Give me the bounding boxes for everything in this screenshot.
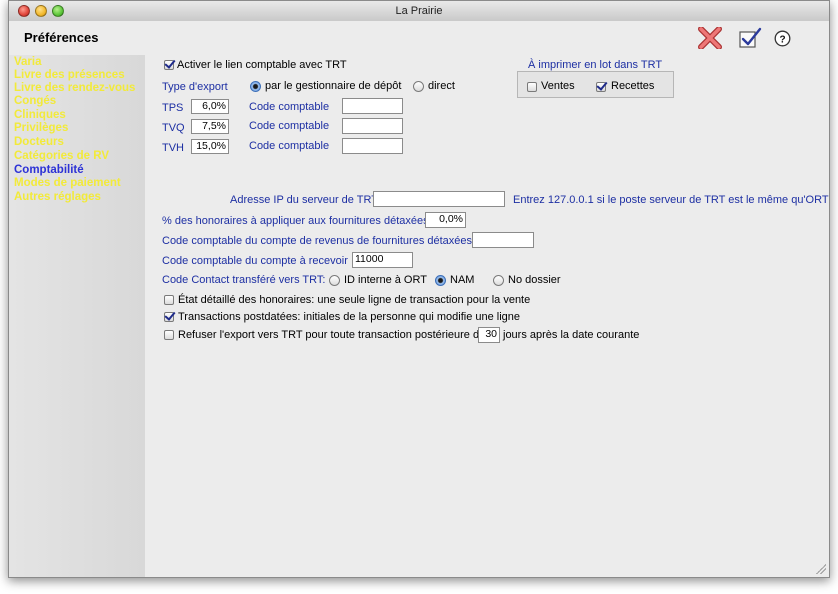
code-revenus-label: Code comptable du compte de revenus de f… (162, 235, 473, 247)
pct-honoraires-field[interactable]: 0,0% (425, 212, 466, 228)
etat-detaille-label: État détaillé des honoraires: une seule … (178, 294, 531, 306)
activer-lien-label: Activer le lien comptable avec TRT (177, 59, 347, 71)
sidebar-item-varia[interactable]: Varia (14, 56, 42, 69)
tps-code-label: Code comptable (249, 101, 330, 113)
contact-nam-label: NAM (450, 274, 475, 286)
sidebar-item-conges[interactable]: Congés (14, 95, 56, 108)
svg-text:?: ? (779, 35, 785, 46)
sidebar: Varia Livre des présences Livre des rend… (9, 55, 145, 577)
export-gestionnaire-radio[interactable] (250, 81, 261, 92)
cancel-x-icon[interactable] (698, 26, 722, 52)
tvh-rate-field[interactable]: 15,0% (191, 139, 229, 154)
code-contact-label: Code Contact transféré vers TRT: (162, 274, 326, 286)
comptabilite-panel: Activer le lien comptable avec TRT Type … (145, 55, 829, 577)
preferences-window: La Prairie Préférences ? Varia Livre des… (8, 0, 830, 578)
ventes-checkbox[interactable] (527, 82, 537, 92)
refuser-days-field[interactable]: 30 (478, 327, 500, 343)
sidebar-item-cliniques[interactable]: Cliniques (14, 109, 66, 122)
tvh-label: TVH (162, 142, 184, 154)
contact-id-interne-label: ID interne à ORT (344, 274, 427, 286)
tps-code-field[interactable] (342, 98, 403, 114)
sidebar-item-comptabilite[interactable]: Comptabilité (14, 164, 84, 177)
export-direct-label: direct (428, 80, 455, 92)
sidebar-item-autres-reglages[interactable]: Autres réglages (14, 191, 101, 204)
sidebar-item-categories-rv[interactable]: Catégories de RV (14, 150, 109, 163)
page-title: Préférences (24, 30, 99, 45)
contact-id-interne-radio[interactable] (329, 275, 340, 286)
tvq-label: TVQ (162, 122, 185, 134)
sidebar-item-livre-presences[interactable]: Livre des présences (14, 69, 125, 82)
activer-lien-checkbox[interactable] (164, 60, 174, 70)
contact-no-dossier-radio[interactable] (493, 275, 504, 286)
sidebar-item-livre-rendez-vous[interactable]: Livre des rendez-vous (14, 82, 135, 95)
sidebar-item-privileges[interactable]: Privilèges (14, 122, 68, 135)
recettes-label: Recettes (611, 80, 655, 92)
code-recevoir-field[interactable]: 11000 (352, 252, 413, 268)
imprimer-group-title: À imprimer en lot dans TRT (528, 59, 663, 71)
recettes-checkbox[interactable] (596, 82, 606, 92)
refuser-export-suffix: jours après la date courante (503, 329, 640, 341)
transactions-postdatees-checkbox[interactable] (164, 312, 174, 322)
refuser-export-checkbox[interactable] (164, 330, 174, 340)
preferences-header: Préférences ? (9, 21, 829, 55)
window-title: La Prairie (395, 5, 443, 17)
export-direct-radio[interactable] (413, 81, 424, 92)
resize-grip[interactable] (816, 564, 826, 574)
sidebar-item-docteurs[interactable]: Docteurs (14, 136, 64, 149)
transactions-postdatees-label: Transactions postdatées: initiales de la… (178, 311, 521, 323)
checkmark-ok-icon[interactable] (738, 27, 762, 52)
contact-nam-radio[interactable] (435, 275, 446, 286)
ventes-label: Ventes (541, 80, 575, 92)
ip-label: Adresse IP du serveur de TRT (230, 194, 378, 206)
export-gestionnaire-label: par le gestionnaire de dépôt (265, 80, 402, 92)
refuser-export-label: Refuser l'export vers TRT pour toute tra… (178, 329, 486, 341)
tvq-code-field[interactable] (342, 118, 403, 134)
tvh-code-label: Code comptable (249, 140, 330, 152)
tvh-code-field[interactable] (342, 138, 403, 154)
title-bar[interactable]: La Prairie (9, 1, 829, 22)
tps-rate-field[interactable]: 6,0% (191, 99, 229, 114)
help-icon[interactable]: ? (774, 30, 791, 50)
etat-detaille-checkbox[interactable] (164, 295, 174, 305)
ip-hint: Entrez 127.0.0.1 si le poste serveur de … (513, 194, 829, 206)
imprimer-group-box: Ventes Recettes (517, 71, 674, 98)
tps-label: TPS (162, 102, 184, 114)
sidebar-item-modes-paiement[interactable]: Modes de paiement (14, 177, 121, 190)
contact-no-dossier-label: No dossier (508, 274, 561, 286)
ip-field[interactable] (373, 191, 505, 207)
code-revenus-field[interactable] (472, 232, 534, 248)
tvq-code-label: Code comptable (249, 120, 330, 132)
type-export-label: Type d'export (162, 81, 228, 93)
pct-honoraires-label: % des honoraires à appliquer aux fournit… (162, 215, 429, 227)
tvq-rate-field[interactable]: 7,5% (191, 119, 229, 134)
code-recevoir-label: Code comptable du compte à recevoir (162, 255, 348, 267)
